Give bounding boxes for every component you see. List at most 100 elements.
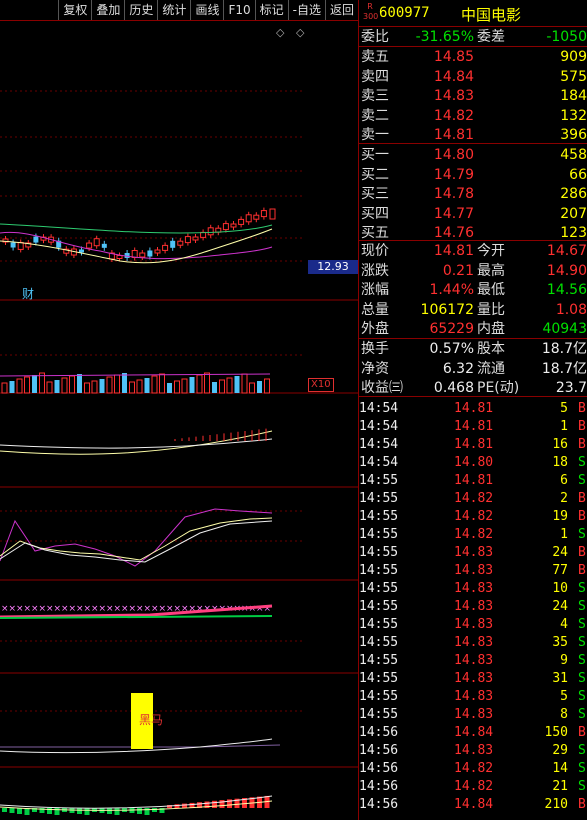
- kline-chart-area[interactable]: × × × × × × × × × × × × × × × × × × × × × × × × × × × × × × × × × × × ×: [0, 21, 358, 820]
- ask-row: 卖五 14.85 909: [359, 48, 587, 66]
- tick-direction: B: [578, 545, 586, 560]
- tick-time: 14:55: [359, 599, 399, 614]
- tick-volume: 150: [544, 725, 568, 740]
- volume-unit-label: X10: [308, 378, 334, 392]
- tick-direction: S: [578, 473, 586, 488]
- section-separator: [359, 240, 587, 241]
- tick-row[interactable]: 14:55 14.83 10 S: [359, 580, 587, 598]
- tick-row[interactable]: 14:54 14.81 16 B: [359, 436, 587, 454]
- toolbar-button[interactable]: -自选: [287, 0, 325, 20]
- tick-row[interactable]: 14:56 14.84 210 B: [359, 796, 587, 814]
- toolbar-button[interactable]: 历史: [124, 0, 157, 20]
- toolbar-button[interactable]: 统计: [157, 0, 190, 20]
- tick-direction: S: [578, 707, 586, 722]
- tick-row[interactable]: 14:56 14.84 150 B: [359, 724, 587, 742]
- candle-body: [184, 236, 191, 244]
- tick-row[interactable]: 14:55 14.83 4 S: [359, 616, 587, 634]
- stat-value: 6.32: [442, 360, 474, 377]
- indicator-marker: ×: [46, 604, 54, 614]
- stat-value: 106172: [420, 301, 474, 318]
- toolbar-button[interactable]: 标记: [254, 0, 288, 20]
- stock-code[interactable]: 600977: [379, 5, 430, 21]
- tick-time: 14:54: [359, 437, 399, 452]
- tick-time: 14:55: [359, 653, 399, 668]
- tick-volume: 8: [560, 707, 568, 722]
- macd-bar: [77, 808, 82, 814]
- macd-bar: [2, 808, 7, 812]
- toolbar-button[interactable]: F10: [223, 0, 254, 20]
- stat-value: 23.7: [555, 380, 587, 396]
- ask-label: 卖三: [361, 88, 389, 104]
- macd-bar: [219, 800, 225, 808]
- indicator-marker: ×: [24, 604, 32, 614]
- tick-row[interactable]: 14:55 14.82 2 B: [359, 490, 587, 508]
- tick-row[interactable]: 14:54 14.81 5 B: [359, 400, 587, 418]
- diamond-icons[interactable]: ◇ ◇: [276, 26, 308, 39]
- tick-row[interactable]: 14:55 14.83 35 S: [359, 634, 587, 652]
- tick-direction: S: [578, 761, 586, 776]
- tick-row[interactable]: 14:55 14.83 8 S: [359, 706, 587, 724]
- tick-time: 14:56: [359, 779, 399, 794]
- tick-direction: B: [578, 419, 586, 434]
- stock-header: R 300 600977 中国电影: [359, 0, 587, 27]
- tick-time: 14:55: [359, 689, 399, 704]
- candle-body: [93, 238, 100, 247]
- finance-tag[interactable]: 财: [22, 285, 34, 302]
- indicator-marker: ×: [204, 604, 212, 614]
- tick-direction: S: [578, 653, 586, 668]
- tick-time: 14:56: [359, 743, 399, 758]
- toolbar-button[interactable]: 叠加: [91, 0, 124, 20]
- macd-bar: [107, 808, 112, 814]
- tick-time: 14:54: [359, 419, 399, 434]
- volume-bar: [196, 374, 203, 394]
- tick-time: 14:55: [359, 509, 399, 524]
- ask-label: 卖五: [361, 49, 389, 65]
- volume-bar: [9, 381, 15, 393]
- tick-row[interactable]: 14:56 14.82 21 S: [359, 778, 587, 796]
- tick-time: 14:56: [359, 725, 399, 740]
- tick-row[interactable]: 14:55 14.83 77 B: [359, 562, 587, 580]
- volume-bar: [84, 382, 90, 394]
- volume-bar: [99, 379, 105, 393]
- candle-body: [230, 223, 237, 228]
- tick-row[interactable]: 14:55 14.83 31 S: [359, 670, 587, 688]
- bid-volume: 66: [569, 166, 587, 183]
- tick-row[interactable]: 14:55 14.81 6 S: [359, 472, 587, 490]
- stat-value: 1.08: [555, 301, 587, 318]
- candle-body: [192, 236, 199, 241]
- tick-volume: 1: [560, 527, 568, 542]
- tick-row[interactable]: 14:54 14.80 18 S: [359, 454, 587, 472]
- tick-row[interactable]: 14:56 14.83 29 S: [359, 742, 587, 760]
- candle-body: [253, 214, 260, 220]
- ask-volume: 575: [560, 68, 587, 85]
- tick-volume: 210: [544, 797, 568, 812]
- stock-name[interactable]: 中国电影: [461, 4, 521, 25]
- volume-bar: [114, 374, 120, 394]
- tick-row[interactable]: 14:56 14.82 14 S: [359, 760, 587, 778]
- macd-bar: [152, 808, 157, 812]
- toolbar-button[interactable]: 返回: [324, 0, 358, 20]
- tick-row[interactable]: 14:55 14.83 5 S: [359, 688, 587, 706]
- tick-price: 14.80: [454, 455, 494, 470]
- tick-row[interactable]: 14:55 14.83 9 S: [359, 652, 587, 670]
- volume-bar: [181, 378, 188, 394]
- quote-panel: R 300 600977 中国电影 委比 -31.65% 委差 -1050 卖五 14.8…: [359, 0, 587, 820]
- stat-row: 涨幅 1.44% 最低 14.56: [359, 281, 587, 299]
- tick-volume: 14: [552, 761, 568, 776]
- volume-bar: [129, 381, 135, 394]
- chart-canvas[interactable]: × × × × × × × × × × × × × × × × × × × × × × × × × × × × × × × × × × × ×: [0, 21, 358, 820]
- bid-label: 买一: [361, 147, 389, 163]
- tick-row[interactable]: 14:55 14.82 19 B: [359, 508, 587, 526]
- toolbar-button[interactable]: 复权: [58, 0, 91, 20]
- toolbar-button[interactable]: 画线: [190, 0, 223, 20]
- kdj-line: [0, 508, 273, 567]
- indicator-marker: ×: [39, 604, 47, 614]
- ask-row: 卖一 14.81 396: [359, 126, 587, 144]
- stat-value: 0.57%: [429, 341, 474, 357]
- tick-row[interactable]: 14:54 14.81 1 B: [359, 418, 587, 436]
- indicator-marker: ×: [129, 604, 137, 614]
- tick-row[interactable]: 14:55 14.83 24 S: [359, 598, 587, 616]
- tick-row[interactable]: 14:55 14.83 24 B: [359, 544, 587, 562]
- indicator-marker: ×: [69, 604, 77, 614]
- tick-row[interactable]: 14:55 14.82 1 S: [359, 526, 587, 544]
